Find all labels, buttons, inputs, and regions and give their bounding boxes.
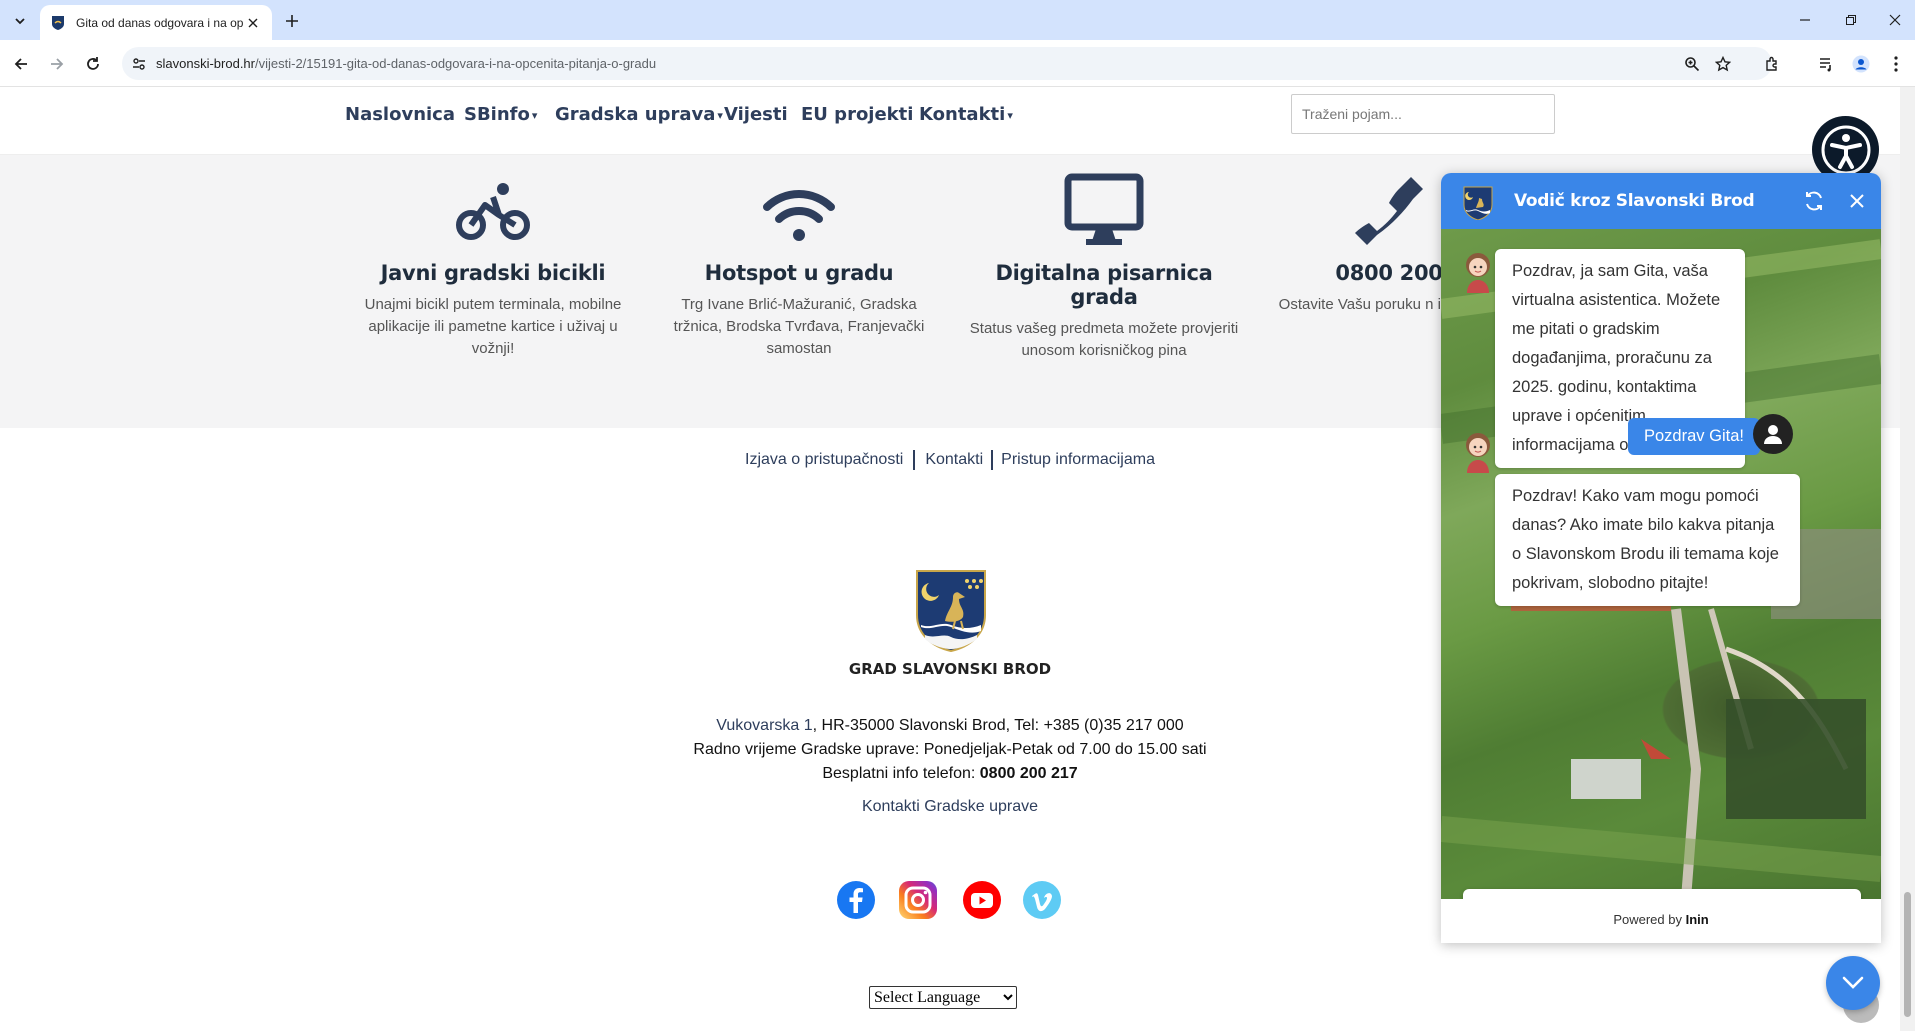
monitor-icon [1064,173,1144,245]
link-separator [991,450,994,470]
address-text: , HR-35000 Slavonski Brod, Tel: +385 (0)… [812,717,1184,734]
chat-title: Vodič kroz Slavonski Brod [1514,191,1755,211]
refresh-chat-icon[interactable] [1802,189,1826,213]
gita-avatar [1466,253,1490,293]
nav-label: Naslovnica [345,104,455,125]
bicycle-icon [456,183,530,240]
language-select[interactable]: Select Language [869,986,1017,1009]
address-bar[interactable]: slavonski-brod.hr/vijesti-2/15191-gita-o… [122,47,1772,80]
nav-eu-projekti[interactable]: EU projekti [801,104,913,125]
url-host: slavonski-brod.hr [156,56,255,71]
caret-down-icon: ▾ [531,108,538,122]
link-pristup-informacijama[interactable]: Pristup informacijama [1001,451,1155,468]
instagram-icon[interactable] [898,880,938,920]
chat-toggle-button[interactable] [1826,956,1880,1010]
service-digital-office[interactable]: Digitalna pisarnica grada Status vašeg p… [964,155,1244,362]
service-title: Hotspot u gradu [704,261,894,285]
browser-menu-icon[interactable] [1884,52,1908,76]
user-avatar-icon [1753,414,1793,454]
phone-icon [1355,177,1423,245]
chat-crest-logo [1463,186,1493,220]
service-text: Trg Ivane Brlić-Mažuranić, Gradska tržni… [673,296,925,357]
nav-label: Kontakti [919,104,1006,125]
forward-icon[interactable] [44,51,70,77]
reload-icon[interactable] [80,51,106,77]
service-hotspot[interactable]: Hotspot u gradu Trg Ivane Brlić-Mažurani… [659,155,939,360]
link-kontakti[interactable]: Kontakti [925,451,983,468]
chat-header: Vodič kroz Slavonski Brod [1441,173,1881,229]
chat-messages-area[interactable]: Pozdrav, ja sam Gita, vaša virtualna asi… [1441,229,1881,943]
user-message: Pozdrav Gita! [1628,418,1760,455]
wifi-icon [763,190,835,241]
nav-kontakti[interactable]: Kontakti ▾ [919,104,1013,125]
youtube-icon[interactable] [962,880,1002,920]
link-izjava-pristupacnosti[interactable]: Izjava o pristupačnosti [745,451,903,468]
accessibility-icon [1821,125,1870,174]
facebook-icon[interactable] [836,880,876,920]
caret-down-icon: ▾ [1007,108,1013,122]
caret-down-icon: ▾ [717,108,723,122]
site-info-icon[interactable] [130,55,148,73]
service-title: Javni gradski bicikli [380,261,606,285]
site-favicon-icon [52,15,64,30]
minimize-icon[interactable] [1790,8,1820,32]
nav-naslovnica[interactable]: Naslovnica [345,104,455,125]
service-bicycles[interactable]: Javni gradski bicikli Unajmi bicikl pute… [353,155,633,360]
free-phone-label: Besplatni info telefon: [822,765,980,782]
nav-sbinfo[interactable]: SBinfo ▾ [464,104,537,125]
new-tab-icon[interactable] [280,9,304,33]
url-text: slavonski-brod.hr/vijesti-2/15191-gita-o… [156,56,656,71]
close-chat-icon[interactable] [1845,189,1869,213]
city-crest-logo [916,570,986,653]
url-path: /vijesti-2/15191-gita-od-danas-odgovara-… [255,56,657,71]
scrollbar-thumb[interactable] [1904,892,1911,1017]
address-link[interactable]: Vukovarska 1 [716,717,812,734]
vimeo-icon[interactable] [1022,880,1062,920]
browser-toolbar: slavonski-brod.hr/vijesti-2/15191-gita-o… [0,40,1915,87]
nav-label: Gradska uprava [555,104,716,125]
back-icon[interactable] [8,51,34,77]
site-navigation: Naslovnica SBinfo ▾ Gradska uprava ▾ Vijes… [0,87,1900,155]
chat-powered-by: Powered by Inin [1441,899,1881,943]
gita-avatar [1466,433,1490,473]
service-text: Unajmi bicikl putem terminala, mobilne a… [364,296,622,357]
link-separator [913,450,916,470]
browser-tab-strip: Gita od danas odgovara i na op [0,0,1915,40]
powered-by-brand[interactable]: Inin [1686,912,1709,927]
nav-label: Vijesti [724,104,788,125]
close-window-icon[interactable] [1880,8,1910,32]
service-text: Status vašeg predmeta možete provjeriti … [969,320,1239,359]
site-search-input[interactable] [1291,94,1555,134]
bookmark-star-icon[interactable] [1713,54,1733,74]
chat-widget: Vodič kroz Slavonski Brod Pozdrav, ja sa… [1441,173,1881,943]
tab-close-icon[interactable] [244,14,262,32]
free-phone-number: 0800 200 217 [979,765,1078,782]
restore-icon[interactable] [1836,8,1866,32]
tab-search-icon[interactable] [8,9,32,33]
chevron-down-icon [1842,976,1864,989]
nav-label: EU projekti [801,104,914,125]
service-title: Digitalna pisarnica grada [995,261,1213,309]
zoom-icon[interactable] [1682,54,1702,74]
powered-by-label: Powered by [1613,912,1686,927]
bot-message: Pozdrav! Kako vam mogu pomoći danas? Ako… [1495,474,1800,606]
media-controls-icon[interactable] [1814,52,1838,76]
tab-title: Gita od danas odgovara i na op [76,15,244,30]
nav-label: SBinfo [464,104,530,125]
profile-icon[interactable] [1849,52,1873,76]
nav-gradska-uprava[interactable]: Gradska uprava ▾ [555,104,723,125]
browser-tab[interactable]: Gita od danas odgovara i na op [40,5,272,40]
page-scrollbar[interactable] [1900,87,1915,1031]
extensions-icon[interactable] [1760,52,1784,76]
nav-vijesti[interactable]: Vijesti [724,104,788,125]
